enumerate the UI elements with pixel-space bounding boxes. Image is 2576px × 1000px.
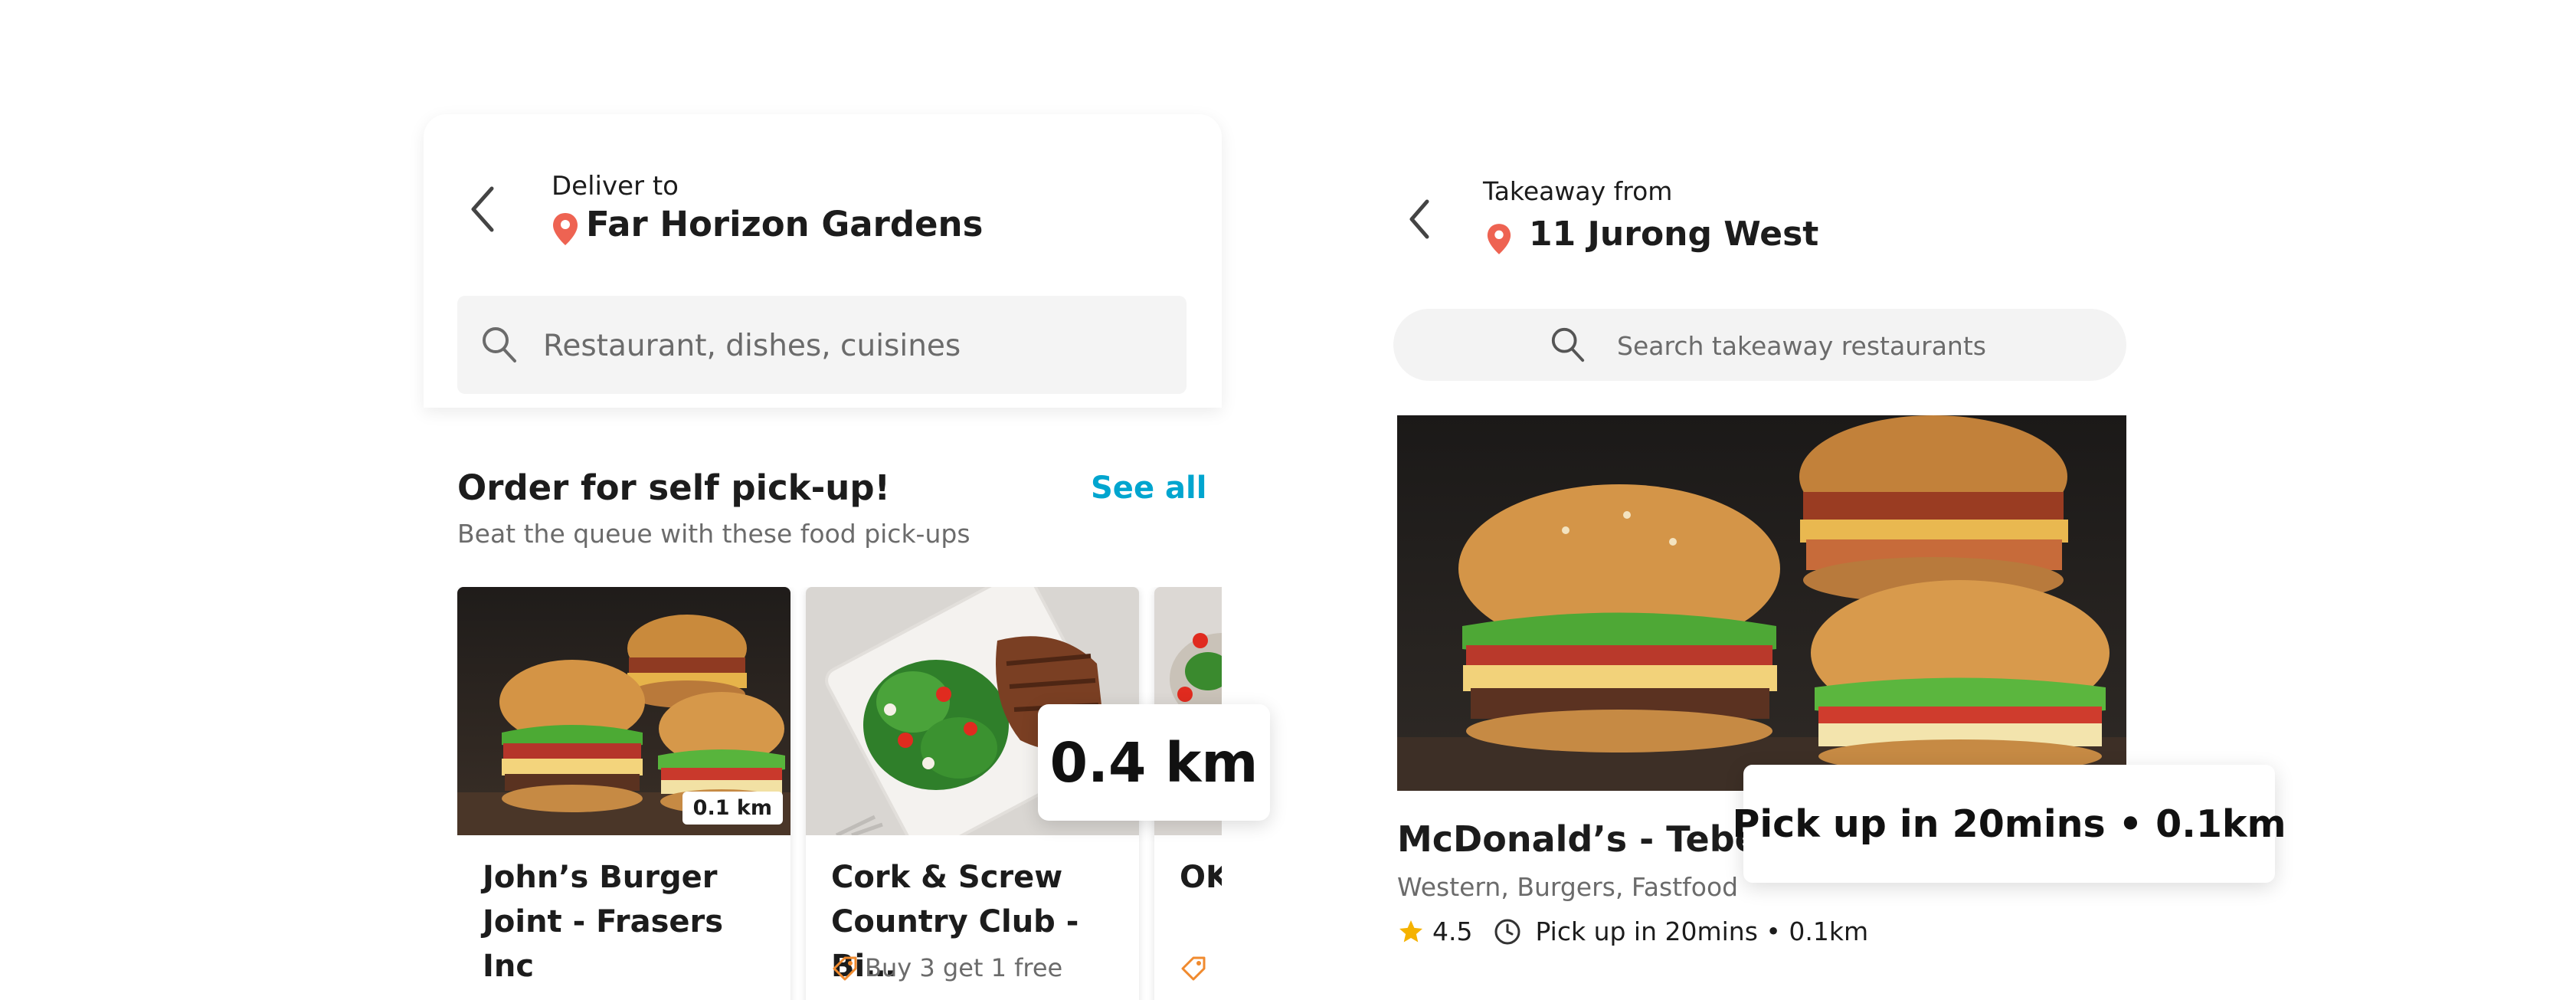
promo-label: Buy 3 get 1 free	[831, 953, 1062, 982]
distance-badge: 0.1 km	[682, 792, 783, 825]
burgers-photo: 0.1 km	[457, 587, 790, 835]
takeaway-search-field[interactable]	[1393, 309, 2126, 381]
takeaway-location[interactable]: 11 Jurong West	[1529, 215, 1818, 254]
delivery-location[interactable]: Far Horizon Gardens	[586, 204, 983, 244]
section-title: Order for self pick-up!	[457, 467, 891, 508]
pickup-callout: Pick up in 20mins • 0.1km	[1732, 765, 2286, 883]
promo-label	[1180, 953, 1213, 982]
burgers-photo	[1397, 415, 2126, 791]
rating-value: 4.5	[1432, 916, 1473, 946]
restaurant-card[interactable]: 0.1 km John’s Burger Joint - Frasers Inc	[457, 587, 790, 1000]
restaurant-search-field[interactable]	[457, 296, 1187, 394]
back-button[interactable]	[1406, 198, 1432, 241]
location-pin-icon	[552, 211, 579, 247]
tag-icon	[833, 956, 857, 981]
distance-callout: 0.4 km	[1038, 704, 1270, 821]
location-pin-icon	[1486, 222, 1512, 256]
tag-icon	[1181, 956, 1206, 981]
search-icon	[1551, 327, 1585, 362]
restaurant-meta: 4.5 Pick up in 20mins • 0.1km	[1397, 916, 1868, 946]
chevron-left-icon	[1409, 199, 1429, 239]
restaurant-hero-image[interactable]	[1397, 415, 2126, 791]
restaurant-name: OK Inc	[1180, 860, 1222, 895]
takeaway-from-label: Takeaway from	[1483, 176, 1673, 206]
section-subtitle: Beat the queue with these food pick-ups	[457, 519, 971, 549]
chevron-left-icon	[471, 186, 494, 232]
restaurant-cuisine: Western, Burgers, Fastfood	[1397, 872, 1739, 902]
restaurant-name[interactable]: McDonald’s - Tebet	[1397, 818, 1776, 860]
pickup-info: Pick up in 20mins • 0.1km	[1535, 916, 1869, 946]
restaurant-search-input[interactable]	[542, 319, 1157, 372]
back-button[interactable]	[467, 184, 498, 234]
restaurant-name: John’s Burger Joint - Frasers Inc	[483, 860, 724, 984]
clock-icon	[1494, 919, 1520, 944]
search-icon	[483, 327, 516, 362]
star-icon	[1399, 920, 1422, 942]
promo-text: Buy 3 get 1 free	[865, 953, 1063, 982]
see-all-link[interactable]: See all	[1091, 470, 1206, 506]
takeaway-search-input[interactable]	[1615, 320, 2093, 372]
deliver-to-label: Deliver to	[552, 171, 679, 202]
